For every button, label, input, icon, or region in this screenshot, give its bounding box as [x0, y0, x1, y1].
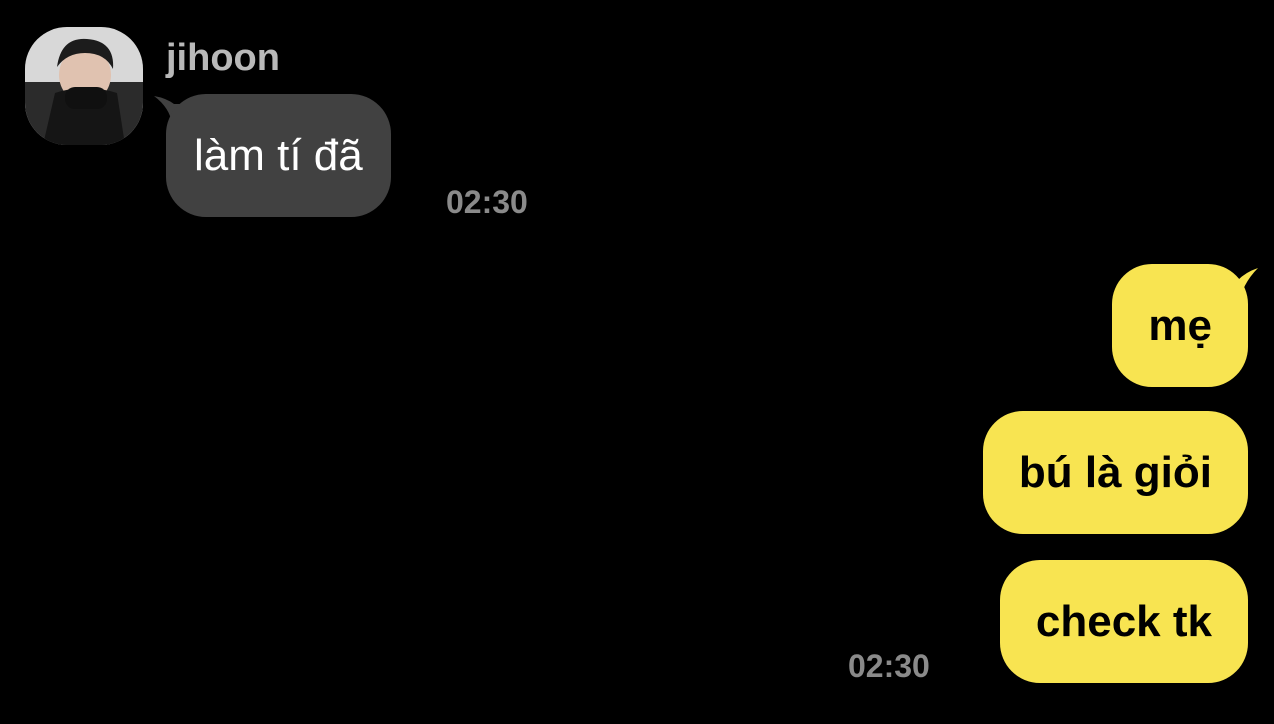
- outgoing-message-text: check tk: [1035, 597, 1212, 646]
- outgoing-message-text: mẹ: [1148, 301, 1212, 350]
- incoming-timestamp: 02:30: [446, 184, 528, 220]
- sender-name: jihoon: [166, 37, 280, 79]
- incoming-message-text: làm tí đã: [194, 131, 363, 180]
- outgoing-message-bubble[interactable]: check tk: [999, 560, 1248, 683]
- outgoing-message-text: bú là giỏi: [1018, 448, 1212, 497]
- outgoing-message-bubble[interactable]: mẹ: [1112, 264, 1248, 387]
- outgoing-message-bubble[interactable]: bú là giỏi: [982, 411, 1248, 534]
- avatar-photo-icon: [25, 27, 143, 145]
- incoming-message-bubble[interactable]: làm tí đã: [166, 94, 391, 217]
- sender-avatar[interactable]: [25, 27, 143, 145]
- outgoing-timestamp: 02:30: [848, 648, 930, 684]
